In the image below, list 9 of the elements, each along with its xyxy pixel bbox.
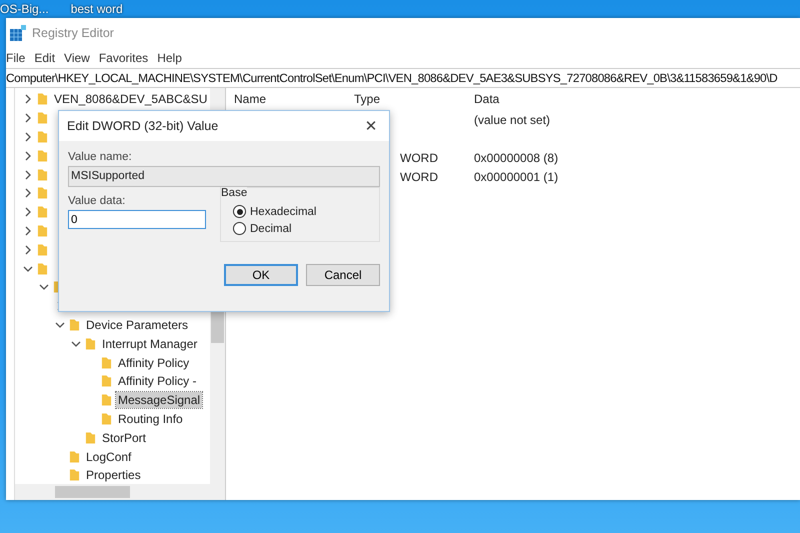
value-data: (value not set) [474,112,550,126]
value-data: 0x00000001 (1) [474,170,558,184]
value-type: WORD [400,170,438,184]
field-label: Value name: [68,151,132,163]
value-type: WORD [400,150,438,164]
dialog-title: Edit DWORD (32-bit) Value [67,119,218,133]
value-data: 0x00000008 (8) [474,150,558,164]
window-title: Registry Editor [32,26,114,40]
field-label: Value data: [68,195,126,207]
